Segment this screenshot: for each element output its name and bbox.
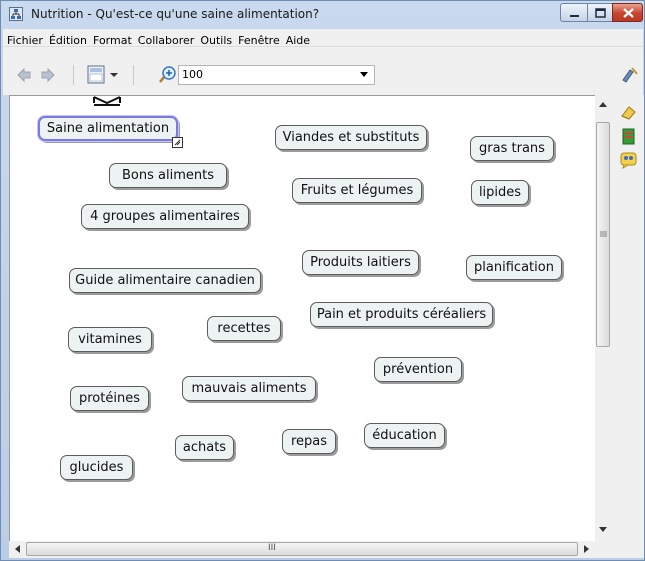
chevron-down-icon <box>360 72 368 77</box>
horizontal-scroll-thumb[interactable]: III <box>26 542 578 556</box>
right-tool-panel <box>612 95 644 558</box>
edit-styles-icon[interactable] <box>621 66 639 84</box>
menu-fichier[interactable]: Fichier <box>3 32 45 48</box>
title-bar[interactable]: Nutrition - Qu'est-ce qu'une saine alime… <box>1 1 644 28</box>
collaborators-icon[interactable] <box>620 152 637 169</box>
concept-node-prevention[interactable]: prévention <box>374 357 462 382</box>
concept-node-proteines[interactable]: protéines <box>70 386 149 411</box>
vertical-scroll-thumb[interactable] <box>596 122 610 347</box>
concept-node-pain-et-produits-cerealiers[interactable]: Pain et produits céréaliers <box>310 302 493 327</box>
scroll-up-icon[interactable] <box>599 102 607 107</box>
zoom-icon[interactable] <box>158 65 178 85</box>
node-resize-grip-icon[interactable] <box>172 137 183 148</box>
concept-node-guide-alimentaire-canadien[interactable]: Guide alimentaire canadien <box>69 268 261 293</box>
concept-node-gras-trans[interactable]: gras trans <box>470 136 554 161</box>
menu-fenetre[interactable]: Fenêtre <box>234 32 282 48</box>
concept-node-4-groupes-alimentaires[interactable]: 4 groupes alimentaires <box>81 204 249 229</box>
scroll-left-icon[interactable] <box>15 545 20 553</box>
menu-collaborer[interactable]: Collaborer <box>134 32 197 48</box>
concept-node-achats[interactable]: achats <box>175 435 234 460</box>
vertical-scrollbar[interactable] <box>595 95 612 541</box>
back-arrow-icon[interactable] <box>17 68 31 82</box>
maximize-icon <box>595 8 606 18</box>
scroll-grip-icon <box>600 231 607 237</box>
scroll-grip: III <box>268 543 276 553</box>
minimize-button[interactable] <box>560 3 588 22</box>
menu-aide[interactable]: Aide <box>282 32 312 48</box>
toolbar: 100 <box>3 47 643 95</box>
concept-node-mauvais-aliments[interactable]: mauvais aliments <box>182 376 316 401</box>
scroll-down-icon[interactable] <box>599 527 607 532</box>
maximize-button[interactable] <box>587 3 613 22</box>
concept-node-recettes[interactable]: recettes <box>207 316 281 341</box>
notes-book-icon[interactable] <box>620 128 637 145</box>
horizontal-scrollbar[interactable]: III <box>9 541 595 558</box>
minimize-icon <box>570 15 579 17</box>
toolbar-separator <box>133 65 134 85</box>
resize-handle-icon[interactable] <box>92 94 122 108</box>
menu-edition[interactable]: Édition <box>45 32 89 48</box>
scrollbar-corner <box>595 541 612 558</box>
forward-arrow-icon[interactable] <box>41 68 55 82</box>
window-title: Nutrition - Qu'est-ce qu'une saine alime… <box>31 7 320 21</box>
concept-node-repas[interactable]: repas <box>282 429 336 454</box>
menu-bar: Fichier Édition Format Collaborer Outils Fenê… <box>3 29 643 47</box>
application-window: Nutrition - Qu'est-ce qu'une saine alime… <box>0 0 645 561</box>
menu-outils[interactable]: Outils <box>196 32 234 48</box>
zoom-combobox[interactable]: 100 <box>178 65 375 85</box>
concept-node-produits-laitiers[interactable]: Produits laitiers <box>302 250 419 275</box>
toolbar-separator <box>73 65 74 85</box>
scroll-right-icon[interactable] <box>584 545 589 553</box>
zoom-value: 100 <box>182 68 203 81</box>
close-icon <box>623 8 634 18</box>
concept-node-glucides[interactable]: glucides <box>60 455 133 480</box>
concept-node-fruits-et-legumes[interactable]: Fruits et légumes <box>292 178 422 203</box>
concept-node-vitamines[interactable]: vitamines <box>68 327 152 352</box>
concept-node-viandes-et-substituts[interactable]: Viandes et substituts <box>275 125 427 150</box>
concept-node-lipides[interactable]: lipides <box>471 180 529 205</box>
concept-node-planification[interactable]: planification <box>466 255 562 280</box>
concept-node-saine-alimentation[interactable]: Saine alimentation <box>38 116 178 141</box>
close-button[interactable] <box>612 3 643 22</box>
view-toggle-icon[interactable] <box>87 65 121 85</box>
menu-format[interactable]: Format <box>89 32 134 48</box>
eraser-icon[interactable] <box>620 104 637 121</box>
concept-map-canvas[interactable]: Saine alimentation Viandes et substituts… <box>9 95 596 542</box>
concept-node-education[interactable]: éducation <box>364 423 445 448</box>
concept-node-bons-aliments[interactable]: Bons aliments <box>109 163 227 188</box>
cmap-app-icon <box>9 7 23 21</box>
